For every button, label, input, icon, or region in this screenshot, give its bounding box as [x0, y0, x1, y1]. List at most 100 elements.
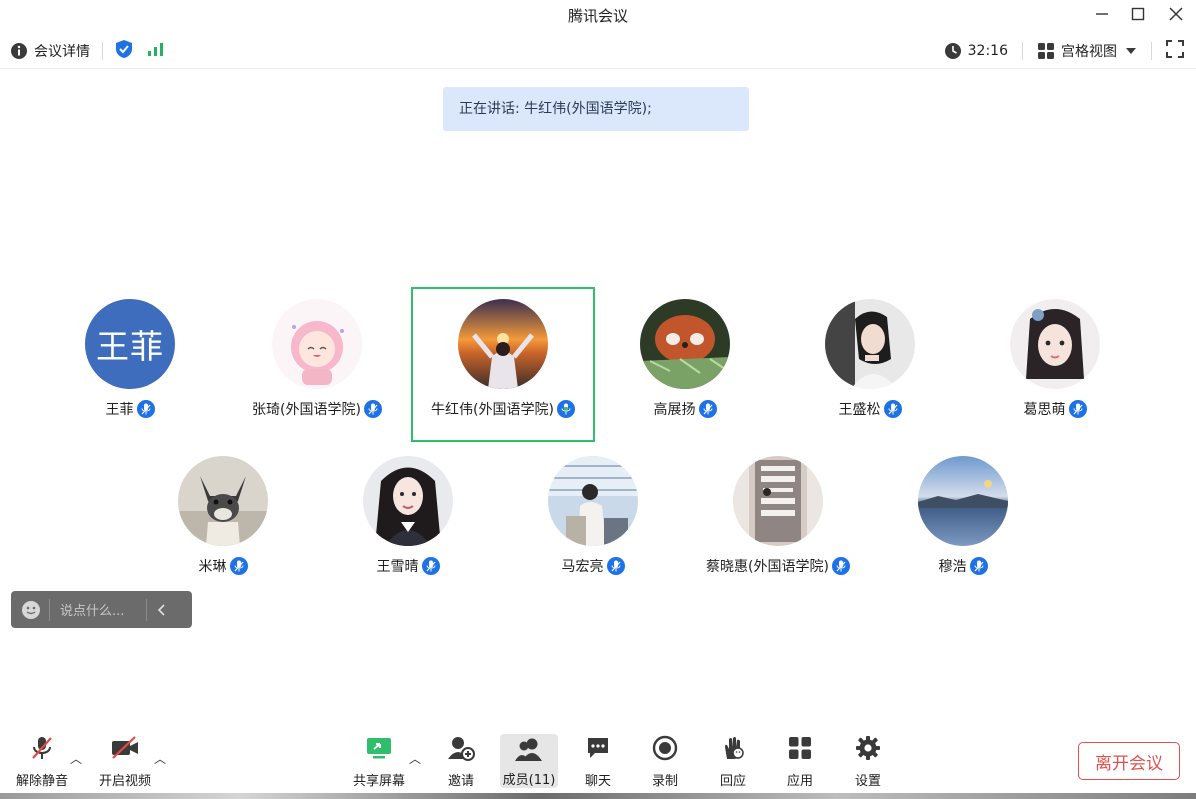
chat-label: 聊天 — [584, 774, 611, 789]
meeting-details-label: 会议详情 — [34, 44, 90, 60]
maximize-icon — [1131, 7, 1145, 21]
close-button[interactable] — [1163, 3, 1189, 25]
participant-tile[interactable]: 张琦(外国语学院) — [225, 289, 409, 443]
mic-icon — [363, 400, 382, 418]
minimize-icon — [1096, 13, 1108, 15]
divider — [1151, 42, 1152, 60]
security-shield-icon[interactable] — [115, 39, 133, 63]
mic-icon — [831, 557, 850, 575]
avatar — [363, 456, 453, 546]
divider — [49, 598, 50, 621]
leave-meeting-button[interactable]: 离开会议 — [1078, 742, 1180, 780]
unmute-label: 解除静音 — [15, 774, 68, 789]
mic-icon — [698, 400, 717, 418]
apps-button[interactable]: 应用 — [774, 730, 826, 790]
video-options-chevron-icon[interactable]: ︿ — [154, 750, 166, 767]
start-video-button[interactable]: 开启视频 — [93, 730, 157, 790]
participant-name: 葛思萌 — [1023, 402, 1066, 418]
mic-icon — [136, 400, 155, 418]
divider — [1022, 42, 1023, 60]
minimize-button[interactable] — [1089, 3, 1115, 25]
participant-name: 张琦(外国语学院) — [252, 402, 361, 418]
avatar — [458, 299, 548, 389]
camera-off-icon — [110, 730, 140, 766]
bottom-toolbar: 解除静音 ︿ 开启视频 ︿ 共享屏幕 ︿ 邀请 成员(11) 聊天 录制 回应 … — [0, 730, 1196, 790]
mic-muted-icon — [29, 730, 55, 766]
network-signal-icon[interactable] — [147, 41, 165, 61]
background-strip — [0, 793, 1196, 799]
emoji-icon[interactable] — [21, 600, 41, 620]
divider — [146, 598, 148, 621]
meeting-details-button[interactable]: 会议详情 — [10, 41, 90, 61]
gear-icon — [855, 730, 881, 766]
speaking-banner: 正在讲话: 牛红伟(外国语学院); — [443, 87, 749, 131]
mic-icon — [969, 557, 988, 575]
invite-user-icon — [447, 730, 475, 766]
mic-icon — [883, 400, 902, 418]
apps-icon — [787, 730, 813, 766]
settings-label: 设置 — [854, 774, 881, 789]
view-mode-label: 宫格视图 — [1061, 44, 1117, 60]
participant-tile[interactable]: 王雪晴 — [316, 446, 500, 600]
participant-tile[interactable]: 王盛松 — [778, 289, 962, 443]
avatar — [825, 299, 915, 389]
avatar — [272, 299, 362, 389]
members-icon — [514, 734, 544, 765]
fullscreen-button[interactable] — [1166, 40, 1184, 62]
unmute-button[interactable]: 解除静音 — [10, 730, 74, 790]
mic-icon — [421, 557, 440, 575]
members-button[interactable]: 成员(11) — [500, 734, 558, 788]
quick-chat-box[interactable]: 说点什么... — [11, 591, 192, 628]
share-screen-label: 共享屏幕 — [352, 774, 405, 789]
participant-name: 马宏亮 — [561, 559, 604, 575]
fullscreen-icon — [1166, 40, 1184, 58]
settings-button[interactable]: 设置 — [842, 730, 894, 790]
participant-tile[interactable]: 穆浩 — [871, 446, 1055, 600]
participant-tile[interactable]: 王菲 王菲 — [38, 289, 222, 443]
avatar — [733, 456, 823, 546]
collapse-chevron-icon[interactable] — [157, 603, 167, 616]
participant-name: 米琳 — [198, 559, 227, 575]
window-title: 腾讯会议 — [567, 7, 628, 25]
start-video-label: 开启视频 — [98, 774, 151, 789]
avatar — [548, 456, 638, 546]
mic-active-icon — [556, 400, 575, 418]
caret-down-icon — [1126, 48, 1136, 54]
members-label: 成员(11) — [502, 773, 556, 788]
participant-tile[interactable]: 高展扬 — [593, 289, 777, 443]
record-button[interactable]: 录制 — [639, 730, 691, 790]
participant-tile-active-speaker[interactable]: 牛红伟(外国语学院) — [411, 287, 595, 442]
title-bar: 腾讯会议 — [0, 0, 1196, 30]
mic-icon — [606, 557, 625, 575]
react-button[interactable]: 回应 — [707, 730, 759, 790]
chat-input[interactable]: 说点什么... — [60, 600, 124, 619]
share-screen-button[interactable]: 共享屏幕 — [347, 730, 411, 790]
mic-icon — [229, 557, 248, 575]
grid-view-icon — [1038, 43, 1054, 59]
participant-tile[interactable]: 米琳 — [131, 446, 315, 600]
info-icon — [11, 43, 27, 59]
raise-hand-icon — [720, 730, 746, 766]
record-icon — [652, 730, 678, 766]
mic-icon — [1068, 400, 1087, 418]
participant-name: 牛红伟(外国语学院) — [431, 402, 554, 418]
avatar — [178, 456, 268, 546]
view-mode-dropdown[interactable]: 宫格视图 — [1037, 41, 1137, 61]
share-screen-icon — [365, 730, 393, 766]
apps-label: 应用 — [786, 774, 813, 789]
participant-name: 王盛松 — [838, 402, 881, 418]
record-label: 录制 — [651, 774, 678, 789]
participant-tile[interactable]: 马宏亮 — [501, 446, 685, 600]
chat-button[interactable]: 聊天 — [572, 730, 624, 790]
avatar — [640, 299, 730, 389]
audio-options-chevron-icon[interactable]: ︿ — [70, 750, 82, 767]
participant-name: 蔡晓惠(外国语学院) — [706, 559, 829, 575]
invite-label: 邀请 — [447, 774, 474, 789]
participant-tile[interactable]: 蔡晓惠(外国语学院) — [686, 446, 870, 600]
share-options-chevron-icon[interactable]: ︿ — [409, 750, 421, 767]
clock-icon — [944, 43, 961, 59]
meeting-info-bar: 会议详情 32:16 宫格视图 — [0, 34, 1196, 69]
invite-button[interactable]: 邀请 — [435, 730, 487, 790]
participant-tile[interactable]: 葛思萌 — [963, 289, 1147, 443]
maximize-button[interactable] — [1125, 3, 1151, 25]
